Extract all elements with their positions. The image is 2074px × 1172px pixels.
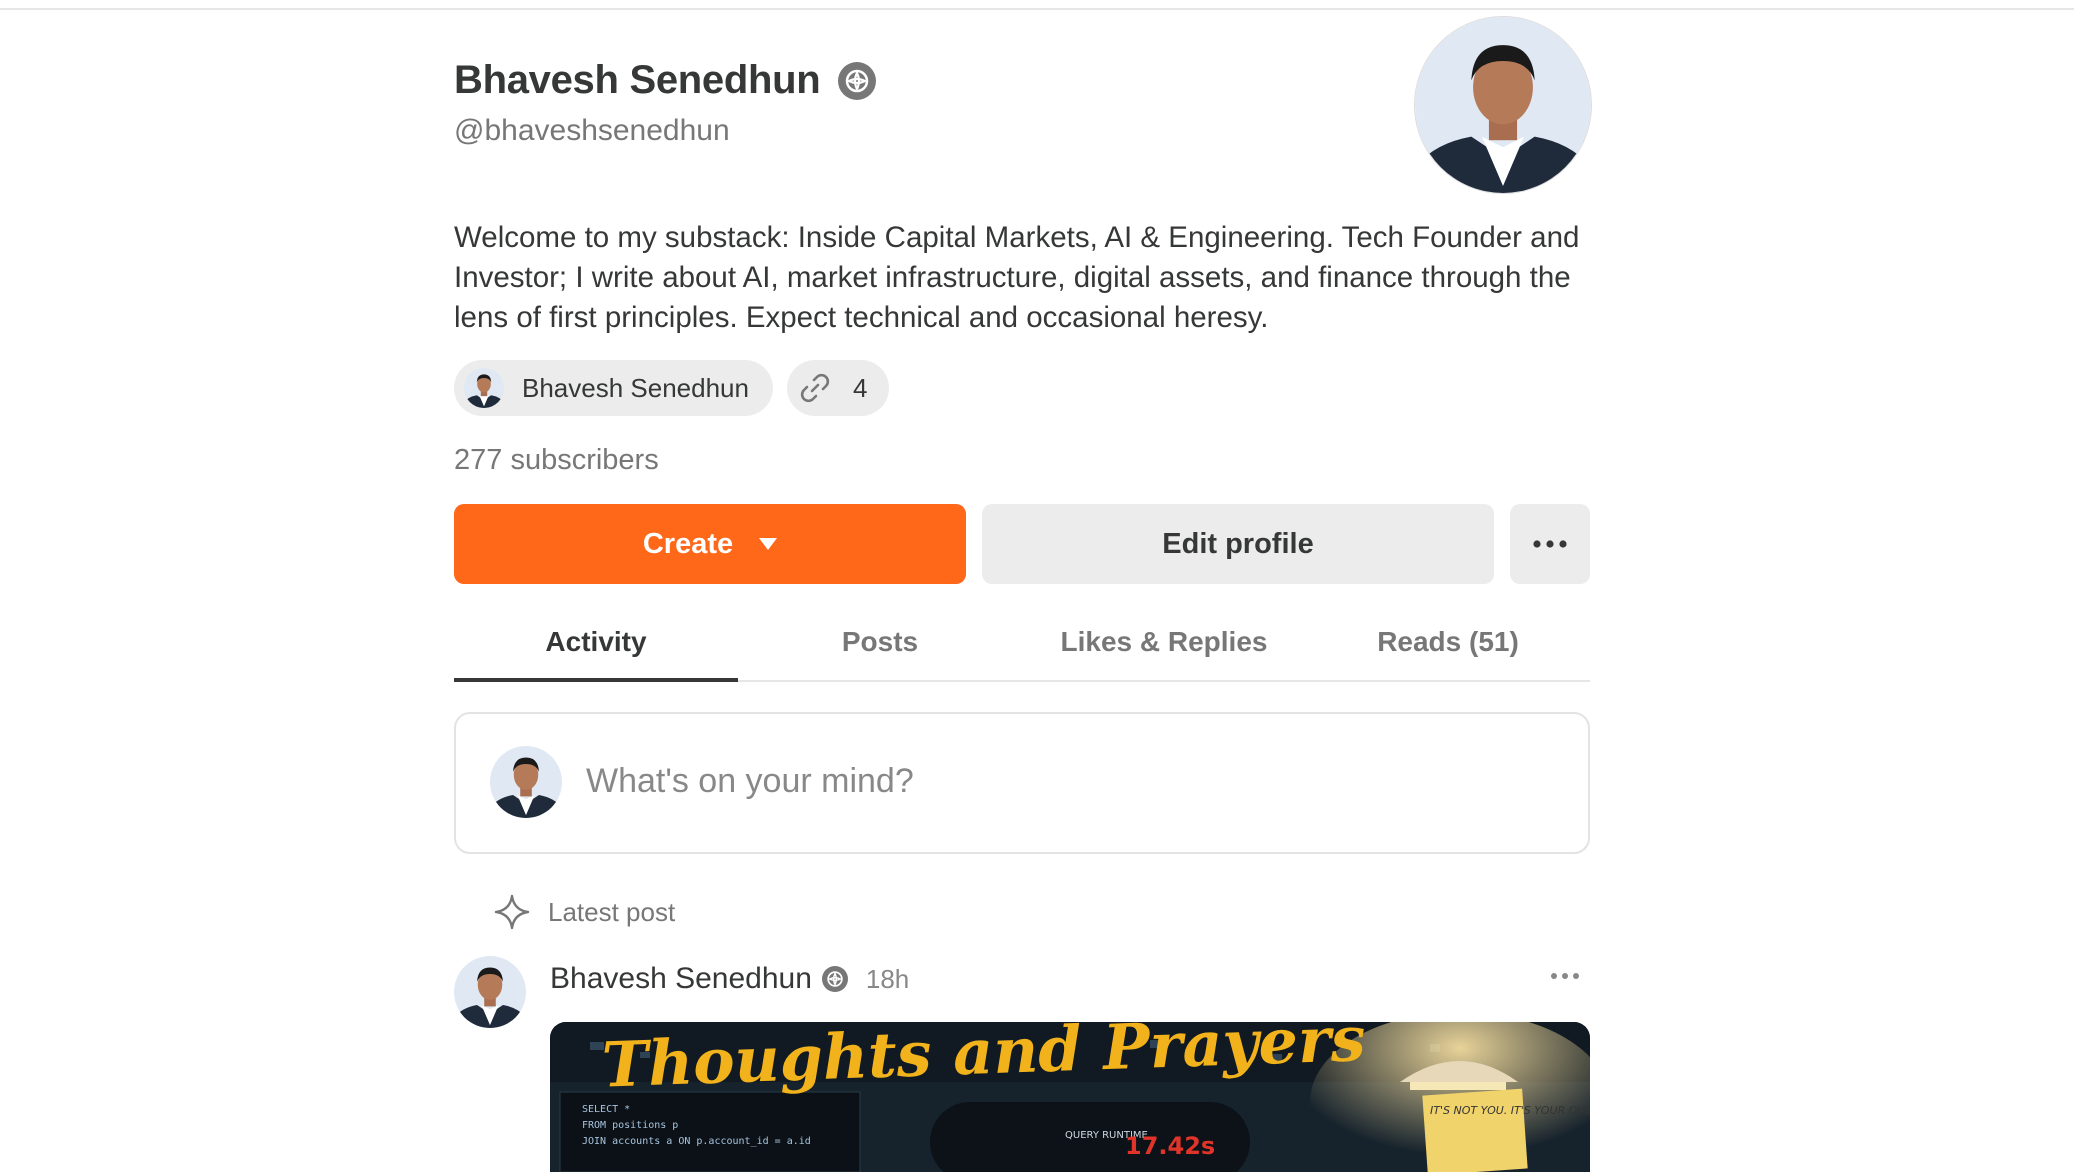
latest-post-label: Latest post — [494, 894, 675, 930]
post-header: Bhavesh Senedhun 18h — [454, 956, 1590, 1028]
post-cover-art: IT'S NOT YOU. IT'S YOUR QUERY QUERY RUNT… — [550, 1022, 1590, 1172]
profile-name-row: Bhavesh Senedhun — [454, 58, 877, 103]
post-timestamp: 18h — [865, 963, 910, 994]
create-button-label: Create — [642, 527, 734, 560]
top-divider — [0, 8, 2074, 10]
edit-profile-button[interactable]: Edit profile — [982, 504, 1494, 584]
image-code-line-3: JOIN accounts a ON p.account_id = a.id — [582, 1136, 811, 1147]
image-runtime-value: 17.42s — [1125, 1132, 1215, 1160]
post-author-avatar[interactable] — [454, 956, 526, 1028]
publication-chip[interactable]: Bhavesh Senedhun — [454, 360, 773, 416]
latest-post-text: Latest post — [548, 896, 676, 927]
post-more-icon[interactable] — [1550, 972, 1580, 980]
profile-tabs: Activity Posts Likes & Replies Reads (51… — [454, 614, 1590, 682]
tab-posts[interactable]: Posts — [738, 614, 1022, 680]
profile-chips: Bhavesh Senedhun 4 — [454, 360, 890, 416]
image-note: IT'S NOT YOU. IT'S YOUR QUERY — [1430, 1104, 1590, 1117]
verified-badge-icon — [821, 966, 848, 992]
publication-chip-label: Bhavesh Senedhun — [522, 372, 749, 403]
composer-avatar — [490, 746, 562, 818]
post-cover-image[interactable]: IT'S NOT YOU. IT'S YOUR QUERY QUERY RUNT… — [550, 1022, 1590, 1172]
post-composer[interactable]: What's on your mind? — [454, 712, 1590, 854]
composer-placeholder[interactable]: What's on your mind? — [586, 762, 914, 801]
tab-reads[interactable]: Reads (51) — [1306, 614, 1590, 680]
link-icon — [800, 373, 830, 403]
profile-handle: @bhaveshsenedhun — [454, 114, 730, 147]
more-options-button[interactable] — [1510, 504, 1590, 584]
profile-actions: Create Edit profile — [454, 504, 1590, 584]
tab-likes-replies[interactable]: Likes & Replies — [1022, 614, 1306, 680]
more-icon — [1533, 540, 1567, 548]
edit-profile-label: Edit profile — [1162, 527, 1314, 560]
image-code-line-2: FROM positions p — [582, 1120, 678, 1131]
post-author-row: Bhavesh Senedhun 18h — [550, 962, 909, 996]
publication-avatar — [464, 368, 504, 408]
create-button[interactable]: Create — [454, 504, 966, 584]
post-author-name[interactable]: Bhavesh Senedhun — [550, 962, 812, 996]
caret-down-icon — [759, 538, 778, 550]
profile-bio: Welcome to my substack: Inside Capital M… — [454, 221, 1580, 334]
subscriber-count[interactable]: 277 subscribers — [454, 444, 659, 477]
profile-avatar[interactable] — [1414, 16, 1592, 194]
links-count: 4 — [852, 372, 868, 403]
tab-activity[interactable]: Activity — [454, 614, 738, 682]
verified-badge-icon[interactable] — [838, 61, 877, 100]
links-chip[interactable]: 4 — [786, 360, 890, 416]
image-code-line-1: SELECT * — [582, 1104, 630, 1115]
profile-name: Bhavesh Senedhun — [454, 58, 821, 102]
sparkle-icon — [494, 894, 530, 930]
